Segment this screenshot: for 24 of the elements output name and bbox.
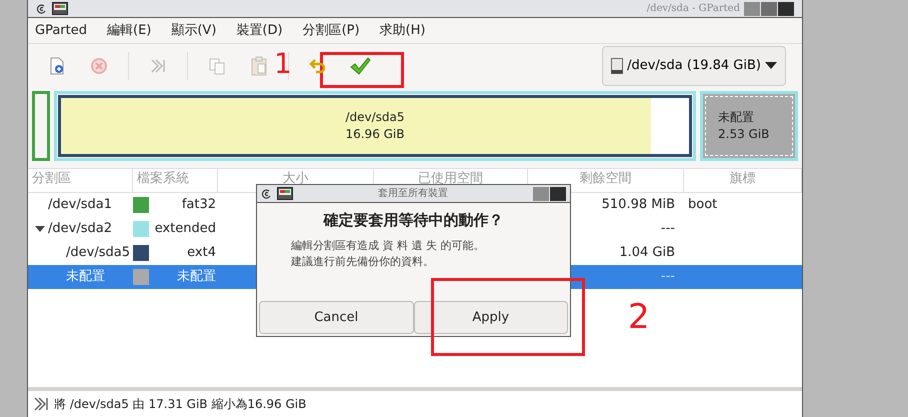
table-cell-text: 未配置 xyxy=(177,268,216,286)
table-cell-text: ext4 xyxy=(187,244,216,262)
table-cell-text: --- xyxy=(660,220,675,238)
annotation-number: 1 xyxy=(274,48,292,80)
table-cell-text: extended xyxy=(154,220,216,238)
annotation-number: 2 xyxy=(628,298,650,336)
dialog-message: 建議進行前先備份你的資料。 xyxy=(291,254,435,270)
window-title: /dev/sda - GParted xyxy=(646,2,740,16)
table-cell-text: 510.98 MiB xyxy=(602,196,675,214)
partition-size: 2.53 GiB xyxy=(718,126,770,142)
partition-size: 16.96 GiB xyxy=(345,126,405,142)
dialog-heading: 確定要套用等待中的動作？ xyxy=(322,210,504,231)
status-text: 將 /dev/sda5 由 17.31 GiB 縮小為16.96 GiB xyxy=(54,396,306,413)
table-cell-text: --- xyxy=(660,268,675,286)
table-cell-text: 1.04 GiB xyxy=(619,244,675,262)
table-cell-text: /dev/sda5 xyxy=(66,244,130,262)
table-cell-text: /dev/sda2 xyxy=(48,220,112,238)
table-cell-text: /dev/sda1 xyxy=(48,196,112,214)
table-cell-text: 未配置 xyxy=(66,268,105,286)
dialog-message: 編輯分割區有造成 資 料 遺 失 的可能。 xyxy=(291,238,486,254)
partition-name: 未配置 xyxy=(718,108,755,126)
table-cell: boot xyxy=(688,197,718,212)
table-cell-text: fat32 xyxy=(182,196,216,214)
partition-name: /dev/sda5 xyxy=(345,108,405,126)
